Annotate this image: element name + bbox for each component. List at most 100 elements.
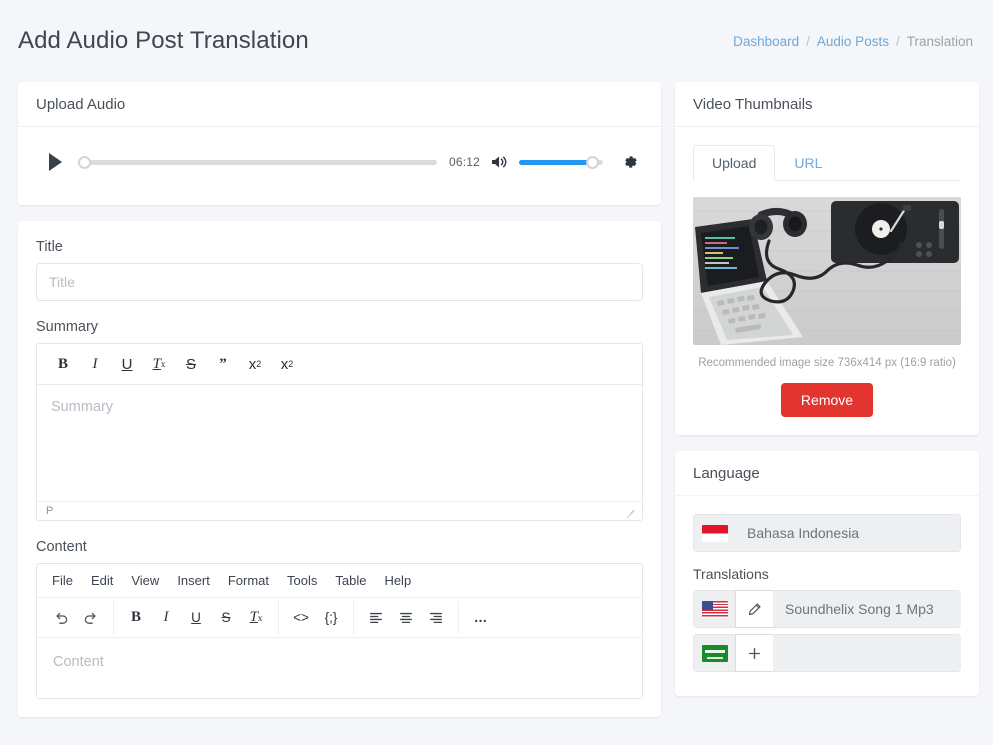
page-header: Add Audio Post Translation Dashboard / A… (0, 0, 993, 82)
toolbar-group-code: <> {;} (279, 601, 354, 634)
video-thumbnails-body: Upload URL (675, 127, 979, 435)
audio-player-body: 06:12 (18, 127, 661, 205)
menu-format[interactable]: Format (219, 569, 278, 592)
source-code-button[interactable]: <> (286, 603, 316, 632)
flag-indonesia-shape (702, 525, 728, 542)
menu-view[interactable]: View (122, 569, 168, 592)
align-left-button[interactable] (361, 603, 391, 632)
summary-editor: B I U Tx S ” x2 x2 Summary P (36, 343, 643, 521)
volume-handle[interactable] (586, 156, 599, 169)
primary-language-group (693, 514, 961, 552)
summary-field-group: Summary B I U Tx S ” x2 x2 (36, 319, 643, 521)
flag-indonesia-icon (693, 514, 735, 552)
menu-file[interactable]: File (43, 569, 82, 592)
redo-button[interactable] (76, 603, 106, 632)
primary-language-input (735, 514, 961, 552)
volume-slider[interactable] (519, 154, 603, 170)
summary-editor-statusbar: P (37, 501, 642, 520)
post-fields-card: Title Summary B I U Tx S (18, 221, 661, 717)
thumbnail-preview-wrap: Recommended image size 736x414 px (16:9 … (693, 197, 961, 417)
translation-title-input[interactable] (773, 590, 961, 628)
audio-player: 06:12 (40, 149, 639, 175)
underline-button[interactable]: U (181, 603, 211, 632)
seek-track (78, 160, 437, 165)
align-right-button[interactable] (421, 603, 451, 632)
italic-button[interactable]: I (81, 351, 109, 377)
content-editor: File Edit View Insert Format Tools Table… (36, 563, 643, 699)
language-card-body: Translations (675, 496, 979, 696)
volume-high-icon[interactable] (491, 154, 509, 170)
flag-saudi-arabia-shape (702, 645, 728, 662)
subscript-button[interactable]: x2 (273, 351, 301, 377)
language-card-title: Language (675, 451, 979, 496)
breadcrumb-item-dashboard[interactable]: Dashboard (733, 34, 799, 49)
post-fields-body: Title Summary B I U Tx S (18, 221, 661, 717)
remove-format-button[interactable]: Tx (241, 603, 271, 632)
menu-table[interactable]: Table (326, 569, 375, 592)
code-sample-button[interactable]: {;} (316, 603, 346, 632)
breadcrumb-separator: / (896, 34, 900, 49)
breadcrumb-item-translation: Translation (907, 34, 973, 49)
breadcrumb-separator: / (806, 34, 810, 49)
content-editor-area[interactable]: Content (37, 638, 642, 698)
edit-translation-button[interactable] (735, 590, 773, 628)
flag-saudi-arabia-icon (693, 634, 735, 672)
breadcrumb-item-audio-posts[interactable]: Audio Posts (817, 34, 889, 49)
thumbnail-caption: Recommended image size 736x414 px (16:9 … (693, 357, 961, 369)
audio-time-label: 06:12 (449, 155, 480, 169)
menu-tools[interactable]: Tools (278, 569, 326, 592)
flag-united-states-icon (693, 590, 735, 628)
summary-resize-handle[interactable] (625, 506, 636, 517)
play-triangle (49, 153, 62, 171)
tab-upload[interactable]: Upload (693, 145, 775, 181)
language-card: Language Translations (675, 451, 979, 696)
thumbnail-image[interactable] (693, 197, 961, 345)
content-editor-toolbar: B I U S Tx <> {;} (37, 598, 642, 638)
remove-format-button[interactable]: Tx (145, 351, 173, 377)
content-label: Content (36, 539, 643, 555)
menu-edit[interactable]: Edit (82, 569, 122, 592)
summary-element-path: P (46, 505, 53, 517)
video-thumbnails-card: Video Thumbnails Upload URL (675, 82, 979, 435)
italic-button[interactable]: I (151, 603, 181, 632)
summary-label: Summary (36, 319, 643, 335)
page-root: Add Audio Post Translation Dashboard / A… (0, 0, 993, 745)
menu-help[interactable]: Help (375, 569, 420, 592)
strikethrough-button[interactable]: S (211, 603, 241, 632)
title-input[interactable] (36, 263, 643, 301)
summary-editor-toolbar: B I U Tx S ” x2 x2 (37, 344, 642, 385)
bold-button[interactable]: B (121, 603, 151, 632)
translations-label: Translations (693, 566, 961, 582)
right-column: Video Thumbnails Upload URL (675, 82, 979, 712)
translation-row (693, 590, 961, 628)
tab-url[interactable]: URL (775, 145, 841, 181)
superscript-button[interactable]: x2 (241, 351, 269, 377)
upload-audio-card: Upload Audio 06:12 (18, 82, 661, 205)
gear-icon[interactable] (621, 153, 639, 171)
content-field-group: Content File Edit View Insert Format Too… (36, 539, 643, 699)
translation-row (693, 634, 961, 672)
title-field-group: Title (36, 239, 643, 301)
thumbnail-source-tabs: Upload URL (693, 145, 961, 181)
seek-handle[interactable] (78, 156, 91, 169)
toolbar-group-align (354, 601, 459, 634)
content-editor-menubar: File Edit View Insert Format Tools Table… (37, 564, 642, 598)
remove-thumbnail-button[interactable]: Remove (781, 383, 873, 417)
title-label: Title (36, 239, 643, 255)
toolbar-group-history (39, 601, 114, 634)
play-icon[interactable] (40, 149, 70, 175)
new-translation-input[interactable] (773, 634, 961, 672)
menu-insert[interactable]: Insert (168, 569, 219, 592)
bold-button[interactable]: B (49, 351, 77, 377)
underline-button[interactable]: U (113, 351, 141, 377)
more-toolbar-button[interactable]: … (466, 603, 496, 632)
strikethrough-button[interactable]: S (177, 351, 205, 377)
blockquote-button[interactable]: ” (209, 351, 237, 377)
volume-fill (519, 160, 593, 165)
add-translation-button[interactable] (735, 634, 773, 672)
seek-slider[interactable] (78, 154, 437, 170)
breadcrumb: Dashboard / Audio Posts / Translation (733, 34, 973, 49)
undo-button[interactable] (46, 603, 76, 632)
align-center-button[interactable] (391, 603, 421, 632)
summary-editor-area[interactable]: Summary (37, 385, 642, 501)
